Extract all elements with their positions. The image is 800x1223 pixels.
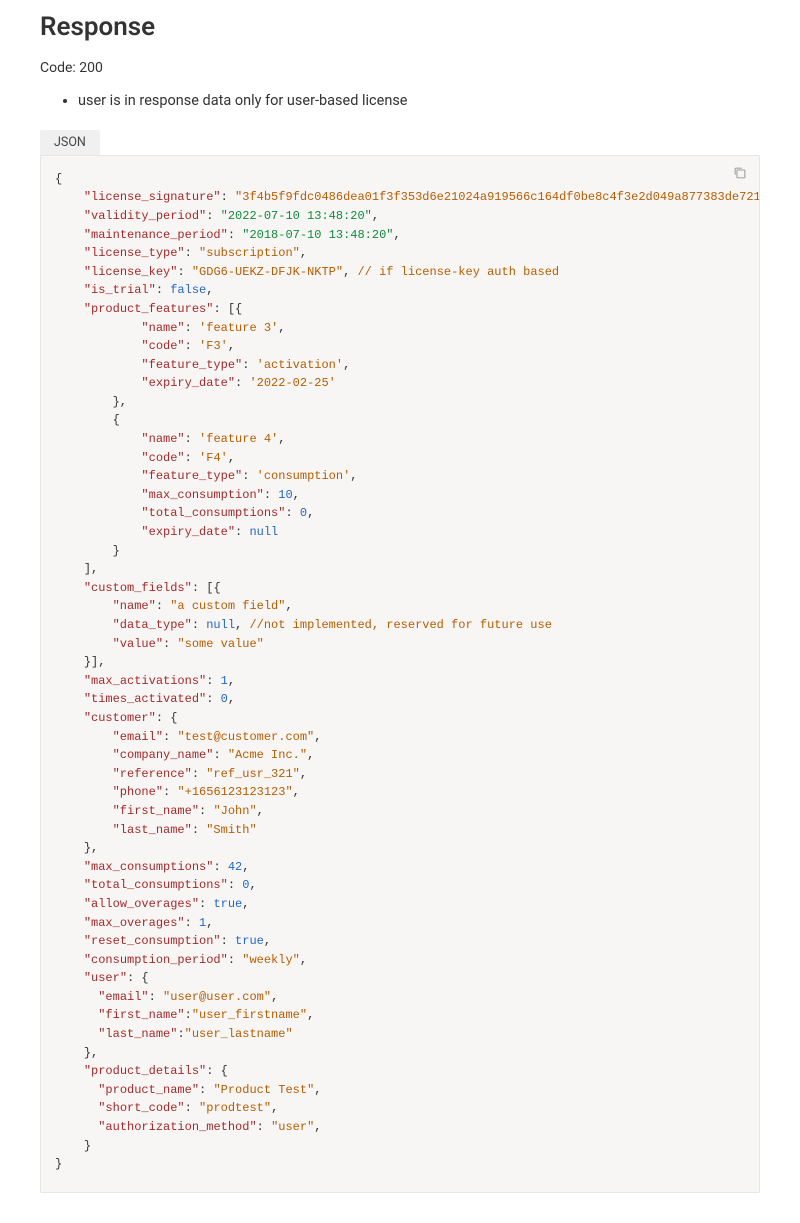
tab-json[interactable]: JSON xyxy=(40,130,100,155)
code-prefix: Code: xyxy=(40,60,79,76)
code-value: 200 xyxy=(79,60,103,76)
response-heading: Response xyxy=(40,12,760,42)
code-tabs: JSON xyxy=(40,130,760,155)
json-code: { "license_signature": "3f4b5f9fdc0486de… xyxy=(55,170,745,1182)
note-item: user is in response data only for user-b… xyxy=(78,90,760,112)
status-code-line: Code: 200 xyxy=(40,60,760,76)
copy-icon[interactable] xyxy=(733,166,747,180)
response-notes: user is in response data only for user-b… xyxy=(40,90,760,112)
code-block: { "license_signature": "3f4b5f9fdc0486de… xyxy=(40,155,760,1193)
